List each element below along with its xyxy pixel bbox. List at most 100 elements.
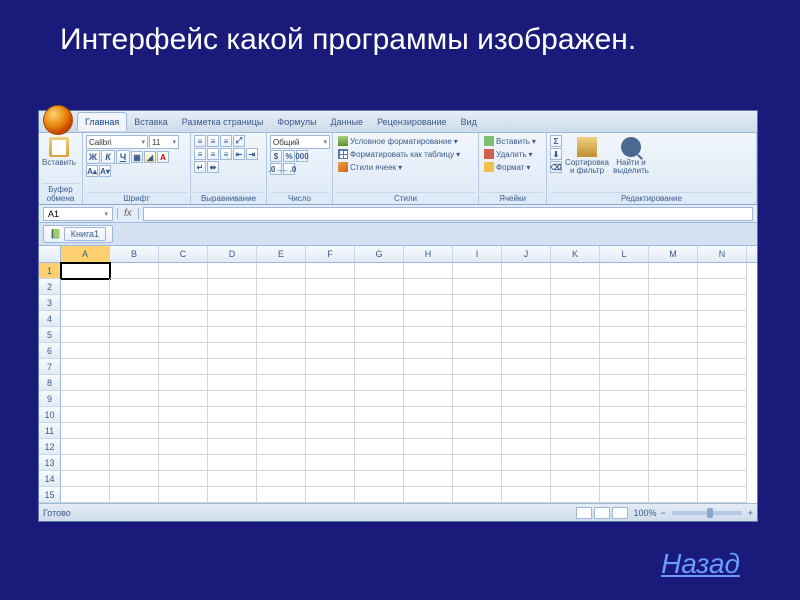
tab-home[interactable]: Главная <box>77 112 127 131</box>
cell-I8[interactable] <box>453 375 502 391</box>
tab-insert[interactable]: Вставка <box>127 113 174 131</box>
cell-G12[interactable] <box>355 439 404 455</box>
back-link[interactable]: Назад <box>661 548 740 580</box>
cell-L1[interactable] <box>600 263 649 279</box>
cell-J11[interactable] <box>502 423 551 439</box>
cell-I4[interactable] <box>453 311 502 327</box>
row-header-1[interactable]: 1 <box>39 263 61 279</box>
cell-H15[interactable] <box>404 487 453 503</box>
font-size-combo[interactable]: 11▾ <box>149 135 179 149</box>
currency-button[interactable]: $ <box>270 150 282 162</box>
cell-E2[interactable] <box>257 279 306 295</box>
cell-J5[interactable] <box>502 327 551 343</box>
cell-D10[interactable] <box>208 407 257 423</box>
cell-E4[interactable] <box>257 311 306 327</box>
cell-A3[interactable] <box>61 295 110 311</box>
cell-C8[interactable] <box>159 375 208 391</box>
cell-F11[interactable] <box>306 423 355 439</box>
cell-A15[interactable] <box>61 487 110 503</box>
tab-formulas[interactable]: Формулы <box>270 113 323 131</box>
cell-H6[interactable] <box>404 343 453 359</box>
row-header-13[interactable]: 13 <box>39 455 61 471</box>
cell-N8[interactable] <box>698 375 747 391</box>
cell-L4[interactable] <box>600 311 649 327</box>
cell-J6[interactable] <box>502 343 551 359</box>
cell-K3[interactable] <box>551 295 600 311</box>
cell-M6[interactable] <box>649 343 698 359</box>
cell-G10[interactable] <box>355 407 404 423</box>
col-header-K[interactable]: K <box>551 246 600 262</box>
cell-C5[interactable] <box>159 327 208 343</box>
cell-B12[interactable] <box>110 439 159 455</box>
cell-D8[interactable] <box>208 375 257 391</box>
col-header-N[interactable]: N <box>698 246 747 262</box>
cell-G7[interactable] <box>355 359 404 375</box>
cell-I3[interactable] <box>453 295 502 311</box>
col-header-B[interactable]: B <box>110 246 159 262</box>
align-center-button[interactable]: ≡ <box>207 148 219 160</box>
col-header-C[interactable]: C <box>159 246 208 262</box>
cell-L8[interactable] <box>600 375 649 391</box>
col-header-H[interactable]: H <box>404 246 453 262</box>
row-header-8[interactable]: 8 <box>39 375 61 391</box>
cell-H9[interactable] <box>404 391 453 407</box>
cell-I1[interactable] <box>453 263 502 279</box>
comma-button[interactable]: 000 <box>296 150 308 162</box>
cell-B7[interactable] <box>110 359 159 375</box>
cell-E3[interactable] <box>257 295 306 311</box>
cell-A14[interactable] <box>61 471 110 487</box>
cell-H3[interactable] <box>404 295 453 311</box>
zoom-slider[interactable] <box>672 511 742 515</box>
cell-H1[interactable] <box>404 263 453 279</box>
cell-L15[interactable] <box>600 487 649 503</box>
cell-A11[interactable] <box>61 423 110 439</box>
col-header-I[interactable]: I <box>453 246 502 262</box>
cell-E7[interactable] <box>257 359 306 375</box>
cell-H7[interactable] <box>404 359 453 375</box>
row-header-6[interactable]: 6 <box>39 343 61 359</box>
cell-C14[interactable] <box>159 471 208 487</box>
cell-E11[interactable] <box>257 423 306 439</box>
cell-I2[interactable] <box>453 279 502 295</box>
cell-C10[interactable] <box>159 407 208 423</box>
cell-M14[interactable] <box>649 471 698 487</box>
cell-H8[interactable] <box>404 375 453 391</box>
cell-M10[interactable] <box>649 407 698 423</box>
number-format-combo[interactable]: Общий▾ <box>270 135 330 149</box>
font-color-button[interactable]: A <box>157 151 169 163</box>
view-break-button[interactable] <box>612 507 628 519</box>
cell-I15[interactable] <box>453 487 502 503</box>
cell-H13[interactable] <box>404 455 453 471</box>
cell-K11[interactable] <box>551 423 600 439</box>
cell-C15[interactable] <box>159 487 208 503</box>
col-header-D[interactable]: D <box>208 246 257 262</box>
cell-F13[interactable] <box>306 455 355 471</box>
dec-decimal-button[interactable]: ←.0 <box>283 163 295 175</box>
fx-button[interactable]: fx <box>117 208 139 219</box>
cell-E14[interactable] <box>257 471 306 487</box>
cell-I9[interactable] <box>453 391 502 407</box>
cell-N12[interactable] <box>698 439 747 455</box>
row-header-12[interactable]: 12 <box>39 439 61 455</box>
paste-button[interactable]: Вставить <box>42 135 76 169</box>
merge-button[interactable]: ⬌ <box>207 161 219 173</box>
cell-A8[interactable] <box>61 375 110 391</box>
cell-A5[interactable] <box>61 327 110 343</box>
cell-N9[interactable] <box>698 391 747 407</box>
select-all-corner[interactable] <box>39 246 61 262</box>
cell-G13[interactable] <box>355 455 404 471</box>
cell-C6[interactable] <box>159 343 208 359</box>
cell-J12[interactable] <box>502 439 551 455</box>
cell-I7[interactable] <box>453 359 502 375</box>
cell-I11[interactable] <box>453 423 502 439</box>
col-header-F[interactable]: F <box>306 246 355 262</box>
indent-dec-button[interactable]: ⇤ <box>233 148 245 160</box>
cell-F12[interactable] <box>306 439 355 455</box>
cell-B10[interactable] <box>110 407 159 423</box>
cell-A13[interactable] <box>61 455 110 471</box>
row-header-10[interactable]: 10 <box>39 407 61 423</box>
cell-E9[interactable] <box>257 391 306 407</box>
col-header-G[interactable]: G <box>355 246 404 262</box>
cell-K15[interactable] <box>551 487 600 503</box>
cell-E5[interactable] <box>257 327 306 343</box>
